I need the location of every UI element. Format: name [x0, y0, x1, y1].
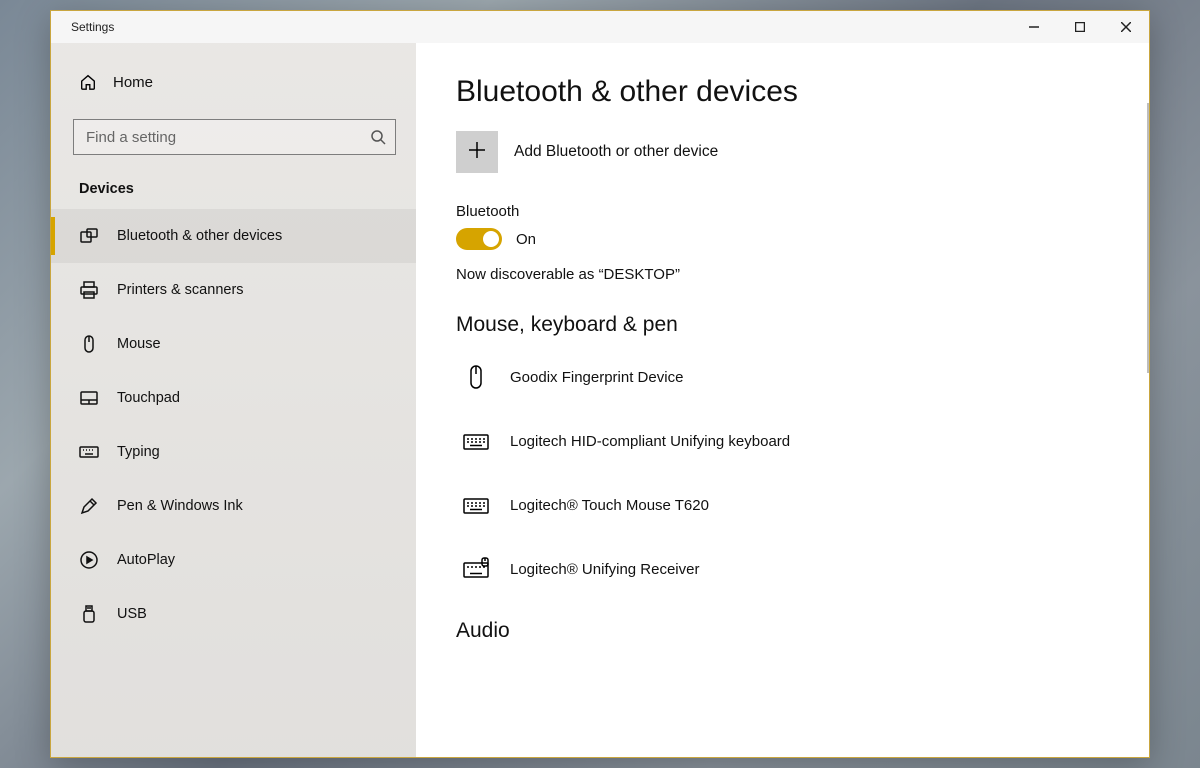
- search-icon: [370, 129, 386, 145]
- sidebar-item-mouse[interactable]: Mouse: [51, 317, 416, 371]
- main-content: Bluetooth & other devices Add Bluetooth …: [416, 43, 1149, 757]
- settings-window: Settings Home Devices: [50, 10, 1150, 758]
- add-device-button[interactable]: [456, 131, 498, 173]
- device-group-title: Audio: [456, 619, 1109, 643]
- bluetooth-toggle-row: On: [456, 228, 1109, 250]
- device-name: Logitech® Touch Mouse T620: [510, 497, 709, 514]
- page-title: Bluetooth & other devices: [456, 75, 1109, 109]
- search-container: [73, 119, 396, 155]
- bluetooth-label: Bluetooth: [456, 203, 1109, 220]
- minimize-button[interactable]: [1011, 11, 1057, 43]
- keyboard-icon: [462, 427, 490, 455]
- home-nav[interactable]: Home: [51, 63, 416, 101]
- home-icon: [79, 73, 97, 91]
- device-row[interactable]: Logitech HID-compliant Unifying keyboard: [456, 417, 1109, 481]
- close-button[interactable]: [1103, 11, 1149, 43]
- mouse-icon: [79, 334, 99, 354]
- sidebar-item-usb[interactable]: USB: [51, 587, 416, 641]
- keyboard-usb-icon: [462, 555, 490, 583]
- search-input[interactable]: [73, 119, 396, 155]
- scrollbar[interactable]: [1147, 103, 1149, 373]
- home-label: Home: [113, 74, 153, 91]
- sidebar-item-label: Typing: [117, 444, 160, 460]
- mouse-icon: [462, 363, 490, 391]
- bluetooth-toggle[interactable]: [456, 228, 502, 250]
- sidebar-item-label: AutoPlay: [117, 552, 175, 568]
- discoverable-text: Now discoverable as “DESKTOP”: [456, 266, 1109, 283]
- sidebar-item-pen[interactable]: Pen & Windows Ink: [51, 479, 416, 533]
- maximize-button[interactable]: [1057, 11, 1103, 43]
- sidebar-item-typing[interactable]: Typing: [51, 425, 416, 479]
- sidebar-item-label: Mouse: [117, 336, 161, 352]
- sidebar-item-label: Printers & scanners: [117, 282, 244, 298]
- device-row[interactable]: Goodix Fingerprint Device: [456, 353, 1109, 417]
- sidebar-item-label: Pen & Windows Ink: [117, 498, 243, 514]
- add-device-label: Add Bluetooth or other device: [514, 143, 718, 161]
- pen-icon: [79, 496, 99, 516]
- sidebar-item-printers[interactable]: Printers & scanners: [51, 263, 416, 317]
- device-name: Logitech HID-compliant Unifying keyboard: [510, 433, 790, 450]
- device-name: Goodix Fingerprint Device: [510, 369, 683, 386]
- window-controls: [1011, 11, 1149, 43]
- keyboard-icon: [462, 491, 490, 519]
- keyboard-icon: [79, 442, 99, 462]
- device-row[interactable]: Logitech® Unifying Receiver: [456, 545, 1109, 609]
- plus-icon: [468, 141, 486, 164]
- sidebar-item-touchpad[interactable]: Touchpad: [51, 371, 416, 425]
- sidebar: Home Devices Bluetooth & other devices P…: [51, 43, 416, 757]
- sidebar-item-label: USB: [117, 606, 147, 622]
- device-name: Logitech® Unifying Receiver: [510, 561, 699, 578]
- sidebar-item-autoplay[interactable]: AutoPlay: [51, 533, 416, 587]
- printer-icon: [79, 280, 99, 300]
- window-title: Settings: [51, 20, 114, 34]
- add-device-row[interactable]: Add Bluetooth or other device: [456, 131, 1109, 173]
- autoplay-icon: [79, 550, 99, 570]
- device-row[interactable]: Logitech® Touch Mouse T620: [456, 481, 1109, 545]
- sidebar-item-label: Touchpad: [117, 390, 180, 406]
- usb-icon: [79, 604, 99, 624]
- device-group-title: Mouse, keyboard & pen: [456, 313, 1109, 337]
- sidebar-item-bluetooth[interactable]: Bluetooth & other devices: [51, 209, 416, 263]
- sidebar-section-label: Devices: [51, 167, 416, 209]
- devices-icon: [79, 226, 99, 246]
- sidebar-nav: Bluetooth & other devices Printers & sca…: [51, 209, 416, 641]
- titlebar: Settings: [51, 11, 1149, 43]
- touchpad-icon: [79, 388, 99, 408]
- sidebar-item-label: Bluetooth & other devices: [117, 228, 282, 244]
- bluetooth-toggle-state: On: [516, 231, 536, 248]
